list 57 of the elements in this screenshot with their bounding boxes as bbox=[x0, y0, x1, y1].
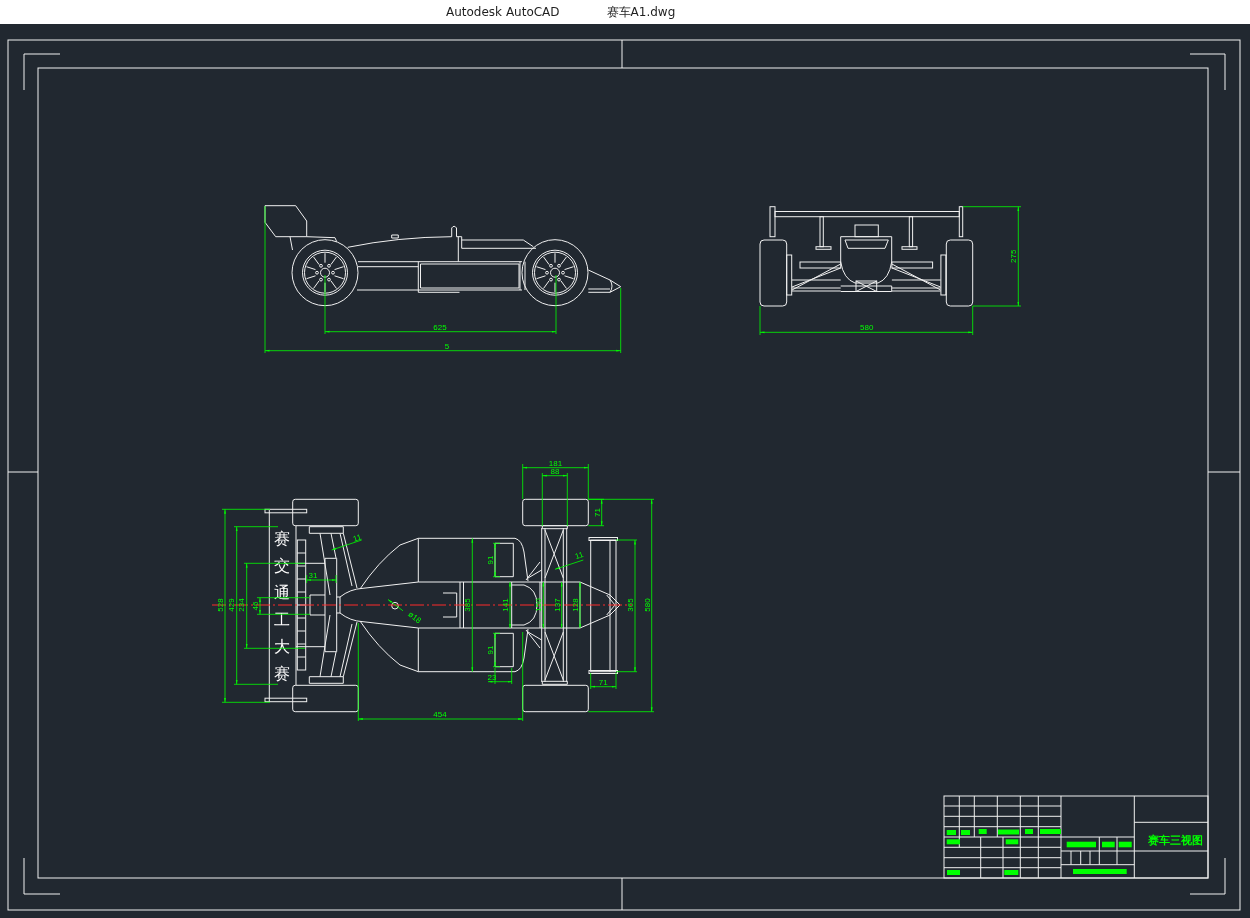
illegible-text-bar bbox=[1025, 829, 1033, 834]
dimension-value: 528 bbox=[215, 598, 225, 612]
dimension-value: 580 bbox=[860, 323, 874, 332]
document-title: 赛车A1.dwg bbox=[606, 4, 676, 21]
illegible-text-bar bbox=[1118, 841, 1132, 848]
dimension-value: 234 bbox=[237, 598, 247, 612]
illegible-text-bar bbox=[1005, 839, 1019, 845]
dimension-value: 141 bbox=[501, 598, 510, 612]
dimension-value: 31 bbox=[308, 570, 318, 580]
wheel bbox=[945, 239, 974, 307]
drawing-title: 赛车三视图 bbox=[1147, 833, 1203, 846]
illegible-text-bar bbox=[1004, 870, 1019, 875]
dimension-value: 275 bbox=[1009, 249, 1019, 263]
rear-wing bbox=[264, 205, 308, 251]
wheel bbox=[522, 498, 589, 527]
dimension-line bbox=[492, 542, 501, 578]
dimension-line bbox=[579, 581, 581, 629]
illegible-text-bar bbox=[1066, 841, 1096, 848]
illegible-text-bar bbox=[978, 829, 987, 834]
dimension-value: 71 bbox=[598, 677, 608, 687]
dimension-value: 11 bbox=[573, 550, 585, 562]
wheel bbox=[291, 239, 359, 307]
illegible-text-bar bbox=[1102, 841, 1115, 848]
dimension-value: 11 bbox=[351, 532, 363, 544]
illegible-text-bar bbox=[1040, 829, 1061, 834]
dimension-value: 365 bbox=[626, 598, 635, 612]
dimension-value: ø18 bbox=[406, 609, 423, 626]
dimension-value: 625 bbox=[433, 322, 447, 332]
illegible-text-bar bbox=[998, 829, 1019, 835]
dimension-value: 91 bbox=[486, 555, 495, 565]
dimension-line bbox=[560, 581, 563, 629]
dimension-value: 23 bbox=[487, 672, 497, 682]
wheel bbox=[522, 684, 589, 713]
dimension-value: 454 bbox=[433, 710, 447, 719]
illegible-text-bar bbox=[1073, 869, 1127, 874]
app-name: Autodesk AutoCAD bbox=[446, 4, 560, 21]
illegible-text-bar bbox=[946, 830, 956, 835]
dimension-value: 71 bbox=[592, 508, 602, 517]
dimension-value: 91 bbox=[486, 645, 495, 655]
dimension-value: 128 bbox=[571, 598, 580, 612]
wheel bbox=[521, 239, 589, 307]
dimension-value: 5 bbox=[444, 341, 450, 351]
illegible-text-bar bbox=[947, 870, 960, 875]
illegible-text-bar bbox=[946, 839, 960, 845]
wheel bbox=[292, 684, 359, 713]
wheel bbox=[759, 239, 788, 307]
dimension-value: 385 bbox=[463, 598, 473, 612]
dimension-value: 429 bbox=[227, 598, 237, 612]
dimension-value: 181 bbox=[548, 458, 563, 468]
dimension-line bbox=[542, 581, 545, 629]
dimension-value: 150 bbox=[534, 598, 544, 612]
dimension-value: 46 bbox=[250, 601, 260, 611]
dimension-value: 88 bbox=[550, 466, 560, 476]
illegible-text-bar bbox=[961, 830, 970, 835]
dimension-value: 137 bbox=[552, 598, 562, 612]
wheel bbox=[292, 498, 359, 527]
dimension-value: 580 bbox=[642, 598, 652, 612]
